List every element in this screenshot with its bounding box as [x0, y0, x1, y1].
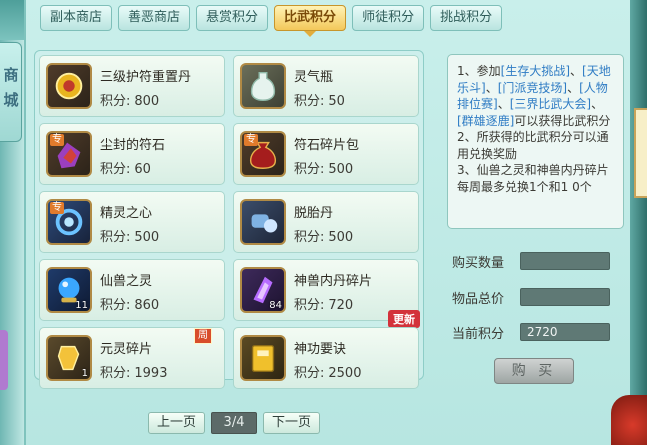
tab-mentor-points[interactable]: 师徒积分: [352, 5, 425, 31]
shop-tabs: 副本商店 善恶商店 悬赏积分 比武积分 师徒积分 挑战积分: [40, 5, 503, 37]
page-indicator: 3/4: [211, 412, 258, 434]
rules-info-box: 1、参加[生存大挑战]、[天地乐斗]、[门派竞技场]、[人物排位赛]、[三界比武…: [447, 54, 624, 229]
item-price: 积分: 60: [100, 162, 151, 177]
item-name: 元灵碎片: [100, 342, 153, 357]
item-price: 积分: 720: [294, 298, 354, 313]
item-price: 积分: 50: [294, 94, 345, 109]
item-name: 符石碎片包: [294, 138, 360, 153]
shop-item[interactable]: 专 符石碎片包 积分: 500: [233, 123, 419, 185]
buy-button[interactable]: 购 买: [494, 358, 574, 384]
gold-amulet-icon: [46, 63, 92, 109]
rune-bag-icon: 专: [240, 131, 286, 177]
side-title-mall: 商城: [0, 42, 22, 142]
right-side-card[interactable]: [634, 108, 647, 198]
shop-item[interactable]: 11 仙兽之灵 积分: 860: [39, 259, 225, 321]
item-price: 积分: 1993: [100, 366, 168, 381]
next-page-button[interactable]: 下一页: [263, 412, 321, 434]
weekly-tag: 周: [194, 328, 212, 344]
item-price: 积分: 500: [100, 230, 160, 245]
right-corner-decor[interactable]: [611, 395, 647, 445]
exclusive-badge: 专: [244, 134, 258, 146]
spirit-heart-icon: 专: [46, 199, 92, 245]
shop-item[interactable]: 三级护符重置丹 积分: 800: [39, 55, 225, 117]
tab-arena-points[interactable]: 比武积分: [274, 5, 347, 37]
item-name: 脱胎丹: [294, 206, 334, 221]
beast-core-icon: 84: [240, 267, 286, 313]
spirit-vase-icon: [240, 63, 286, 109]
item-list: 三级护符重置丹 积分: 800 灵气瓶 积分: 50 专 尘封的符石 积分: 60: [34, 50, 424, 389]
shop-item[interactable]: 专 精灵之心 积分: 500: [39, 191, 225, 253]
shop-item[interactable]: 脱胎丹 积分: 500: [233, 191, 419, 253]
prev-page-button[interactable]: 上一页: [148, 412, 206, 434]
item-name: 尘封的符石: [100, 138, 166, 153]
item-name: 灵气瓶: [294, 70, 334, 85]
current-points-value: 2720: [520, 323, 610, 341]
yuanling-shard-icon: 1: [46, 335, 92, 381]
pagination: 上一页 3/4 下一页: [148, 412, 321, 434]
item-count: 11: [75, 300, 88, 311]
tab-challenge-points[interactable]: 挑战积分: [430, 5, 503, 31]
item-price: 积分: 800: [100, 94, 160, 109]
total-label: 物品总价: [452, 292, 505, 307]
item-price: 积分: 500: [294, 162, 354, 177]
qty-input[interactable]: [520, 252, 610, 270]
shop-item[interactable]: 84 神兽内丹碎片 积分: 720 更新: [233, 259, 420, 328]
exclusive-badge: 专: [50, 134, 64, 146]
shop-item[interactable]: 专 尘封的符石 积分: 60: [39, 123, 225, 185]
item-name: 神功要诀: [294, 342, 347, 357]
left-side-tab[interactable]: [0, 330, 8, 390]
shop-item[interactable]: 1 元灵碎片 积分: 1993 周: [39, 327, 225, 389]
item-name: 仙兽之灵: [100, 274, 153, 289]
item-name: 三级护符重置丹: [100, 70, 192, 85]
exclusive-badge: 专: [50, 202, 64, 214]
rune-stone-icon: 专: [46, 131, 92, 177]
new-tag: 更新: [388, 310, 420, 328]
current-points-label: 当前积分: [452, 327, 505, 342]
tab-dungeon-shop[interactable]: 副本商店: [40, 5, 113, 31]
qty-label: 购买数量: [452, 256, 505, 271]
item-count: 84: [269, 300, 282, 311]
tab-karma-shop[interactable]: 善恶商店: [118, 5, 191, 31]
tab-bounty-points[interactable]: 悬赏积分: [196, 5, 269, 31]
total-value: [520, 288, 610, 306]
skill-book-icon: [240, 335, 286, 381]
rule-line-2: 2、所获得的比武积分可以通用兑换奖励: [457, 130, 609, 161]
item-name: 神兽内丹碎片: [294, 274, 373, 289]
rebirth-pill-icon: [240, 199, 286, 245]
shop-item[interactable]: 神功要诀 积分: 2500: [233, 327, 419, 389]
item-price: 积分: 500: [294, 230, 354, 245]
left-top-decor: [0, 0, 24, 40]
beast-orb-icon: 11: [46, 267, 92, 313]
shop-item[interactable]: 灵气瓶 积分: 50: [233, 55, 419, 117]
item-name: 精灵之心: [100, 206, 153, 221]
item-price: 积分: 2500: [294, 366, 362, 381]
rule-line-3: 3、仙兽之灵和神兽内丹碎片每周最多兑换1个和1 0个: [457, 163, 609, 194]
shop-panel: 副本商店 善恶商店 悬赏积分 比武积分 师徒积分 挑战积分 三级护符重置丹 积分…: [24, 0, 630, 445]
item-count: 1: [81, 368, 88, 379]
item-price: 积分: 860: [100, 298, 160, 313]
right-decor-strip: [630, 0, 647, 445]
